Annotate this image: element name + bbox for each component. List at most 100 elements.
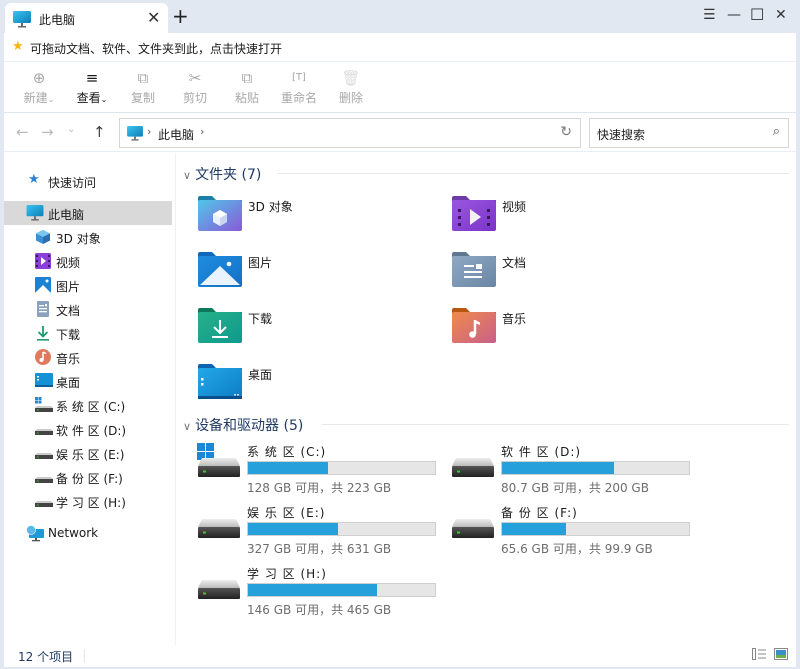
drive-item[interactable]: 系 统 区 (C:) 128 GB 可用，共 223 GB bbox=[197, 443, 447, 501]
navigation-bar: ← → ⌄ ↑ › 此电脑 › ↻ 快速搜索 ⌕ bbox=[4, 114, 796, 152]
sidebar-item[interactable]: 音乐 bbox=[4, 345, 172, 369]
drive-icon bbox=[197, 565, 241, 604]
folder-label: 3D 对象 bbox=[248, 200, 293, 214]
drives-group-header[interactable]: ∨ 设备和驱动器 (5) bbox=[183, 415, 303, 435]
drive-item[interactable]: 软 件 区 (D:) 80.7 GB 可用，共 200 GB bbox=[451, 443, 701, 501]
drive-usage-bar bbox=[247, 583, 436, 597]
sidebar-item[interactable]: 学 习 区 (H:) bbox=[4, 489, 172, 513]
close-tab-icon[interactable]: ✕ bbox=[147, 9, 160, 27]
sidebar-label: 视频 bbox=[56, 256, 81, 270]
video-folder-icon bbox=[452, 196, 496, 235]
new-label: 新建 bbox=[23, 91, 48, 105]
rename-button[interactable]: [T] 重命名 bbox=[274, 69, 324, 106]
search-input[interactable]: 快速搜索 bbox=[597, 126, 645, 143]
drive-space-status: 146 GB 可用，共 465 GB bbox=[247, 603, 392, 617]
search-box[interactable]: 快速搜索 ⌕ bbox=[589, 118, 789, 148]
menu-icon[interactable]: ☰ bbox=[703, 6, 716, 24]
folder-label: 音乐 bbox=[502, 312, 527, 326]
search-icon[interactable]: ⌕ bbox=[773, 124, 780, 139]
drive-icon bbox=[35, 421, 53, 437]
drive-item[interactable]: 娱 乐 区 (E:) 327 GB 可用，共 631 GB bbox=[197, 504, 447, 562]
drive-name: 系 统 区 (C:) bbox=[247, 445, 327, 459]
list-icon: ≡ bbox=[85, 69, 99, 87]
drives-header-label: 设备和驱动器 (5) bbox=[195, 418, 304, 434]
monitor-icon bbox=[26, 205, 44, 221]
folder-item[interactable]: 下载 bbox=[198, 308, 438, 352]
monitor-icon bbox=[127, 126, 143, 144]
folder-item[interactable]: 文档 bbox=[452, 252, 692, 296]
quick-open-hint[interactable]: ★ 可拖动文档、软件、文件夹到此，点击快速打开 bbox=[4, 33, 796, 62]
star-icon: ★ bbox=[12, 39, 24, 54]
close-window-button[interactable]: ✕ bbox=[775, 6, 787, 24]
back-button[interactable]: ← bbox=[16, 124, 29, 140]
rename-label: 重命名 bbox=[280, 91, 317, 105]
copy-button[interactable]: ⧉ 复制 bbox=[118, 69, 168, 106]
refresh-icon[interactable]: ↻ bbox=[560, 124, 572, 140]
folder-item[interactable]: 桌面 bbox=[198, 364, 438, 408]
drive-space-status: 128 GB 可用，共 223 GB bbox=[247, 481, 392, 495]
toolbar: ⊕ 新建⌄ ≡ 查看⌄ ⧉ 复制 ✂ 剪切 ⧉ 粘贴 [T] 重命名 🗑 删除 bbox=[4, 63, 796, 113]
sidebar-item-network[interactable]: Network bbox=[4, 521, 172, 545]
sidebar-item[interactable]: 桌面 bbox=[4, 369, 172, 393]
copy-label: 复制 bbox=[130, 91, 155, 105]
scissors-icon: ✂ bbox=[188, 69, 202, 87]
drive-item[interactable]: 备 份 区 (F:) 65.6 GB 可用，共 99.9 GB bbox=[451, 504, 701, 562]
delete-button[interactable]: 🗑 删除 bbox=[326, 69, 376, 106]
drive-item[interactable]: 学 习 区 (H:) 146 GB 可用，共 465 GB bbox=[197, 565, 447, 623]
folder-item[interactable]: 3D 对象 bbox=[198, 196, 438, 240]
drive-usage-bar bbox=[501, 461, 690, 475]
new-button[interactable]: ⊕ 新建⌄ bbox=[14, 69, 64, 106]
drive-usage-bar bbox=[247, 461, 436, 475]
forward-button[interactable]: → bbox=[41, 124, 54, 140]
sidebar-item[interactable]: 视频 bbox=[4, 249, 172, 273]
minimize-button[interactable]: — bbox=[727, 6, 741, 24]
sidebar-item[interactable]: 图片 bbox=[4, 273, 172, 297]
chevron-down-icon: ⌄ bbox=[100, 95, 108, 104]
drive-icon bbox=[197, 504, 241, 543]
view-button[interactable]: ≡ 查看⌄ bbox=[67, 69, 117, 106]
sidebar-label: Network bbox=[48, 526, 99, 540]
folder-item[interactable]: 视频 bbox=[452, 196, 692, 240]
maximize-button[interactable]: ☐ bbox=[750, 6, 764, 24]
large-icons-view-icon[interactable] bbox=[774, 648, 788, 663]
address-bar[interactable]: › 此电脑 › ↻ bbox=[119, 118, 581, 148]
drive-usage-bar bbox=[247, 522, 436, 536]
folders-group-header[interactable]: ∨ 文件夹 (7) bbox=[183, 164, 261, 184]
new-tab-button[interactable]: + bbox=[172, 5, 189, 27]
sidebar-item[interactable]: 下载 bbox=[4, 321, 172, 345]
tab-this-pc[interactable]: 此电脑 ✕ bbox=[5, 3, 168, 34]
sidebar-item-this-pc[interactable]: 此电脑 bbox=[4, 201, 172, 225]
details-view-icon[interactable] bbox=[752, 648, 766, 663]
chevron-down-icon: ∨ bbox=[183, 420, 192, 433]
sidebar-item[interactable]: 备 份 区 (F:) bbox=[4, 465, 172, 489]
divider bbox=[322, 424, 789, 425]
drive-usage-fill bbox=[248, 462, 329, 474]
sidebar-label: 音乐 bbox=[56, 352, 81, 366]
sidebar-item[interactable]: 娱 乐 区 (E:) bbox=[4, 441, 172, 465]
sidebar-item-quick-access[interactable]: ★ 快速访问 bbox=[4, 169, 172, 193]
up-button[interactable]: ↑ bbox=[93, 124, 106, 140]
sidebar-item[interactable]: 系 统 区 (C:) bbox=[4, 393, 172, 417]
music-icon bbox=[35, 349, 51, 365]
recent-locations-button[interactable]: ⌄ bbox=[67, 122, 75, 138]
status-bar: 12 个项目 bbox=[4, 645, 796, 667]
breadcrumb-separator[interactable]: › bbox=[147, 125, 151, 138]
breadcrumb-this-pc[interactable]: 此电脑 bbox=[158, 126, 194, 143]
plus-circle-icon: ⊕ bbox=[32, 69, 46, 87]
sidebar-label: 文档 bbox=[56, 304, 81, 318]
breadcrumb-separator[interactable]: › bbox=[200, 125, 204, 138]
folder-item[interactable]: 音乐 bbox=[452, 308, 692, 352]
chevron-down-icon: ∨ bbox=[183, 169, 192, 182]
3d-objects-icon bbox=[35, 229, 51, 245]
download-icon bbox=[35, 325, 51, 341]
delete-label: 删除 bbox=[338, 91, 363, 105]
folder-label: 视频 bbox=[502, 200, 527, 214]
sidebar-item[interactable]: 3D 对象 bbox=[4, 225, 172, 249]
system-drive-icon bbox=[197, 443, 241, 482]
paste-button[interactable]: ⧉ 粘贴 bbox=[222, 69, 272, 106]
content-pane: ∨ 文件夹 (7) 3D 对象 视频 图片 文档 下载 音乐 桌面 ∨ 设备和驱动器 (5) 系… bbox=[177, 153, 796, 645]
sidebar-item[interactable]: 文档 bbox=[4, 297, 172, 321]
cut-button[interactable]: ✂ 剪切 bbox=[170, 69, 220, 106]
folder-item[interactable]: 图片 bbox=[198, 252, 438, 296]
sidebar-item[interactable]: 软 件 区 (D:) bbox=[4, 417, 172, 441]
